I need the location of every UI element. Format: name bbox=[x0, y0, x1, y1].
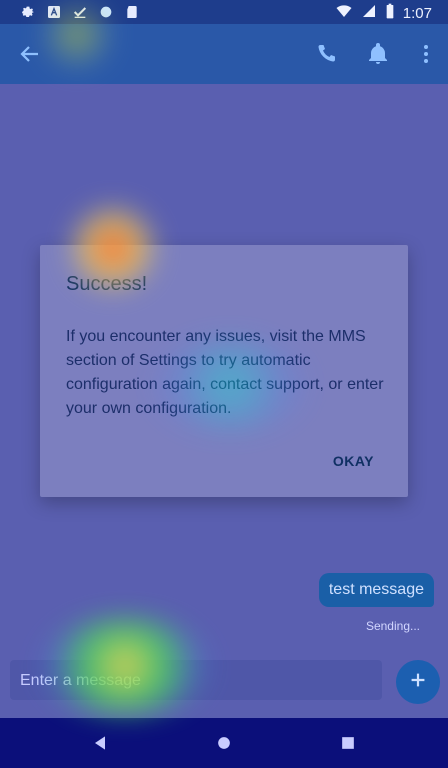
status-right: 1:07 bbox=[335, 3, 432, 23]
status-bar: 1:07 bbox=[0, 0, 448, 24]
arrow-left-icon[interactable] bbox=[18, 42, 42, 66]
compose-field-container bbox=[10, 660, 382, 700]
system-nav-bar bbox=[0, 718, 448, 768]
bell-icon[interactable] bbox=[366, 42, 390, 66]
message-status: Sending... bbox=[365, 619, 420, 633]
okay-button[interactable]: OKAY bbox=[333, 453, 374, 469]
dialog-title: Success! bbox=[66, 273, 148, 295]
wifi-icon bbox=[335, 3, 353, 23]
check-icon bbox=[72, 4, 88, 20]
status-left-icons bbox=[20, 4, 140, 20]
app-bar bbox=[0, 24, 448, 84]
nav-back-icon[interactable] bbox=[90, 733, 110, 753]
signal-icon bbox=[361, 3, 377, 23]
circle-icon bbox=[98, 4, 114, 20]
a-icon bbox=[46, 4, 62, 20]
battery-icon bbox=[385, 3, 395, 23]
message-text: test message bbox=[328, 581, 424, 598]
success-dialog: Success! If you encounter any issues, vi… bbox=[40, 245, 408, 497]
nav-home-icon[interactable] bbox=[214, 733, 234, 753]
dialog-body: If you encounter any issues, visit the M… bbox=[66, 328, 384, 417]
status-time: 1:07 bbox=[402, 4, 432, 22]
sd-card-icon bbox=[124, 4, 140, 20]
plus-icon bbox=[407, 667, 429, 698]
message-input[interactable] bbox=[18, 664, 372, 698]
outgoing-message-bubble[interactable]: test message bbox=[318, 573, 434, 607]
gear-icon bbox=[20, 4, 36, 20]
more-vert-icon[interactable] bbox=[414, 42, 438, 66]
nav-recents-icon[interactable] bbox=[338, 733, 358, 753]
phone-icon[interactable] bbox=[314, 42, 338, 66]
add-attachment-button[interactable] bbox=[396, 660, 440, 704]
